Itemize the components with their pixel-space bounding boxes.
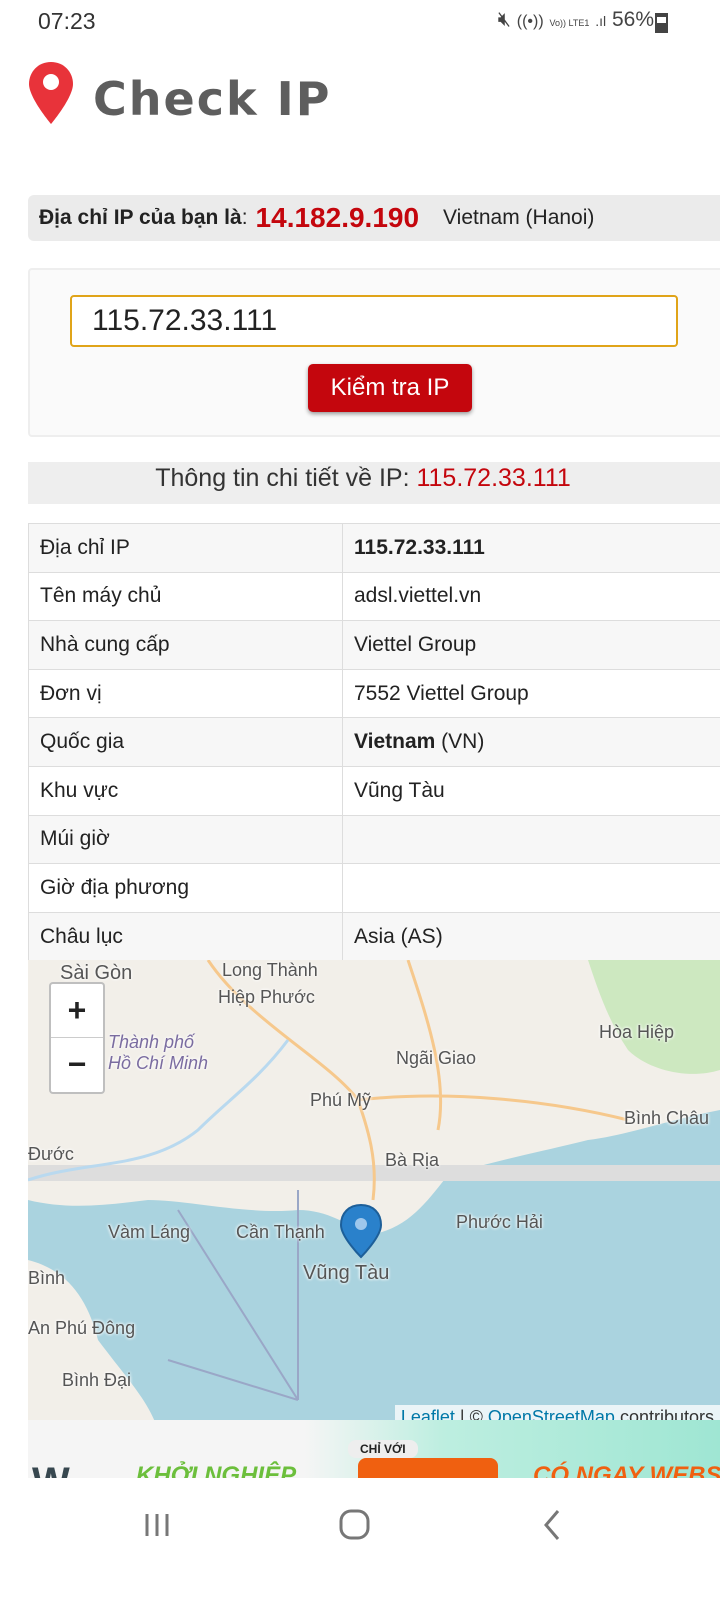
map-label: Bà Rịa <box>385 1150 440 1170</box>
row-value-suffix: (VN) <box>435 730 485 754</box>
row-value-text: Vietnam <box>354 730 436 754</box>
map-pin-icon <box>29 62 73 124</box>
map-label: Vũng Tàu <box>303 1262 390 1284</box>
details-title-text: Thông tin chi tiết về IP: <box>155 464 410 492</box>
row-label: Giờ địa phương <box>28 863 343 913</box>
ad-text: KHỞI NGHIỆP <box>136 1462 297 1478</box>
map[interactable]: Sài Gòn Long Thành Hiệp Phước Thành phố … <box>28 960 720 1430</box>
map-label: Cần Thạnh <box>236 1222 325 1242</box>
row-label: Khu vực <box>28 765 343 816</box>
map-label: Ngãi Giao <box>396 1048 477 1068</box>
row-value <box>342 863 720 913</box>
status-bar: 07:23 🔇︎ ((•)) Vo)) LTE1 .ıl 56% <box>0 0 720 44</box>
map-label: Bình Châu <box>624 1108 710 1128</box>
row-value-text: Viettel Group <box>354 632 477 656</box>
table-row: Địa chỉ IP 115.72.33.111 <box>28 523 720 573</box>
ad-logo-icon: W <box>32 1460 70 1478</box>
row-value-text: Asia (AS) <box>354 924 443 948</box>
my-ip-bar: Địa chỉ IP của bạn là: 14.182.9.190 Viet… <box>28 195 720 241</box>
row-label: Châu lục <box>28 911 343 962</box>
recent-apps-icon[interactable] <box>143 1510 173 1540</box>
map-label: Hiệp Phước <box>218 987 315 1007</box>
clock: 07:23 <box>38 8 96 34</box>
ip-input[interactable] <box>70 295 678 347</box>
table-row: Khu vực Vũng Tàu <box>28 765 720 816</box>
row-value: 7552 Viettel Group <box>342 668 720 719</box>
table-row: Tên máy chủ adsl.viettel.vn <box>28 571 720 622</box>
row-value: Vũng Tàu <box>342 765 720 816</box>
row-value-text: 7552 Viettel Group <box>354 681 529 705</box>
row-value-text: 115.72.33.111 <box>354 535 485 559</box>
details-title-ip: 115.72.33.111 <box>416 464 571 492</box>
table-row: Nhà cung cấp Viettel Group <box>28 620 720 670</box>
mute-icon: 🔇︎ <box>497 8 511 31</box>
map-label: Vàm Láng <box>108 1222 191 1242</box>
volte-icon: Vo)) LTE1 <box>549 18 590 28</box>
table-row: Múi giờ <box>28 814 720 865</box>
map-label: Thành phố Hồ Chí Minh <box>108 1032 209 1073</box>
row-value: Asia (AS) <box>342 911 720 962</box>
my-ip-location: Vietnam (Hanoi) <box>443 206 595 229</box>
back-icon[interactable] <box>540 1508 564 1542</box>
zoom-out-button[interactable]: − <box>51 1038 103 1092</box>
map-label: Long Thành <box>222 960 318 980</box>
map-label: Phước Hải <box>456 1212 543 1232</box>
logo-text[interactable]: Check IP <box>93 72 331 126</box>
home-icon[interactable] <box>338 1508 372 1542</box>
row-value: 115.72.33.111 <box>342 523 720 573</box>
battery-percent: 56% <box>611 8 654 31</box>
row-label: Đơn vị <box>28 668 343 719</box>
zoom-control: + − <box>49 982 105 1094</box>
wifi-icon: ((•)) <box>516 13 544 30</box>
my-ip-value: 14.182.9.190 <box>255 202 420 233</box>
row-value: Viettel Group <box>342 620 720 670</box>
map-label: Bình Đại <box>62 1370 132 1390</box>
row-label: Quốc gia <box>28 717 343 767</box>
table-row: Giờ địa phương <box>28 863 720 913</box>
map-marker-icon[interactable] <box>338 1203 384 1259</box>
ad-price-badge <box>358 1458 498 1478</box>
map-label: Bình <box>28 1268 66 1288</box>
signal-icon: .ıl <box>595 13 607 29</box>
row-value-text: adsl.viettel.vn <box>354 584 482 608</box>
map-label: Phú Mỹ <box>310 1090 372 1110</box>
row-label: Tên máy chủ <box>28 571 343 622</box>
ad-banner[interactable]: W KHỞI NGHIỆP CHỈ VỚI CÓ NGAY WEBSITE <box>28 1420 720 1478</box>
row-value: adsl.viettel.vn <box>342 571 720 622</box>
map-label: Hòa Hiệp <box>599 1022 675 1042</box>
row-label: Địa chỉ IP <box>28 523 343 573</box>
check-ip-button[interactable]: Kiểm tra IP <box>308 364 472 412</box>
ad-text: CHỈ VỚI <box>348 1440 418 1458</box>
details-title: Thông tin chi tiết về IP: 115.72.33.111 <box>28 462 720 504</box>
ad-text: CÓ NGAY WEBSITE <box>533 1462 720 1478</box>
row-label: Nhà cung cấp <box>28 620 343 670</box>
row-label: Múi giờ <box>28 814 343 865</box>
status-icons: 🔇︎ ((•)) Vo)) LTE1 .ıl 56% <box>498 8 654 32</box>
my-ip-label: Địa chỉ IP của bạn là <box>39 206 242 229</box>
row-value: Vietnam (VN) <box>342 717 720 767</box>
zoom-in-button[interactable]: + <box>51 984 103 1038</box>
ip-details-table: Địa chỉ IP 115.72.33.111 Tên máy chủ adsl.v… <box>28 523 720 962</box>
table-row: Quốc gia Vietnam (VN) <box>28 717 720 767</box>
table-row: Đơn vị 7552 Viettel Group <box>28 668 720 719</box>
battery-icon <box>655 13 668 33</box>
table-row: Châu lục Asia (AS) <box>28 911 720 962</box>
row-value <box>342 814 720 865</box>
system-nav-bar <box>0 1478 720 1600</box>
map-label: Đước <box>28 1144 74 1164</box>
lookup-form: Kiểm tra IP <box>28 268 720 437</box>
row-value-text: Vũng Tàu <box>354 778 445 802</box>
map-label: An Phú Đông <box>28 1318 136 1338</box>
